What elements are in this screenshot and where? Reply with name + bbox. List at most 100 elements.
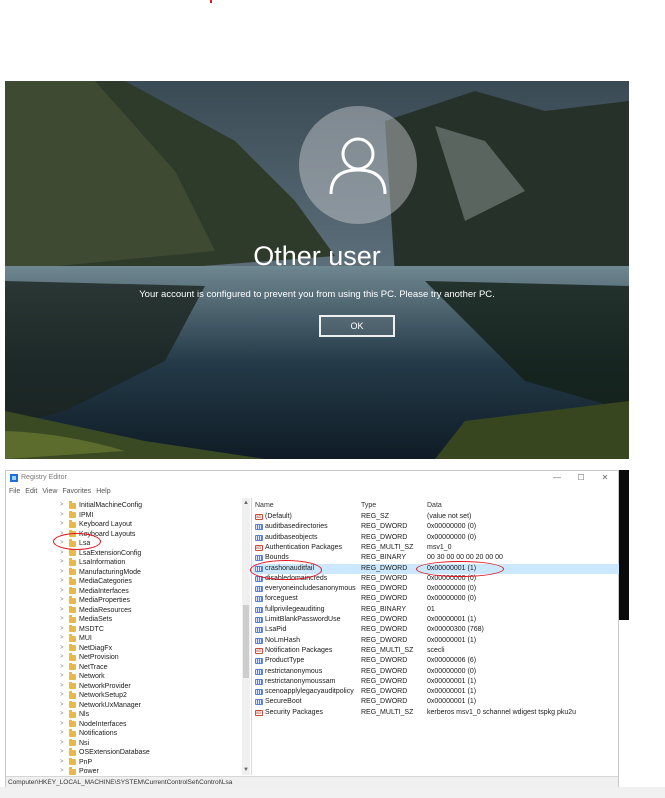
binary-value-icon	[255, 555, 263, 562]
scroll-thumb[interactable]	[243, 605, 249, 678]
minimize-button[interactable]: —	[551, 473, 563, 482]
value-name: Notification Packages	[265, 646, 333, 654]
value-type: REG_DWORD	[361, 698, 408, 706]
tree-item-label: LsaInformation	[79, 559, 126, 566]
scroll-up-icon[interactable]: ▲	[243, 500, 249, 506]
chevron-right-icon[interactable]: >	[60, 511, 64, 521]
chevron-right-icon[interactable]: >	[60, 568, 64, 578]
chevron-right-icon[interactable]: >	[60, 587, 64, 597]
chevron-right-icon[interactable]: >	[60, 748, 64, 758]
value-row[interactable]: disabledomaincreds REG_DWORD 0x00000000 (0…	[253, 574, 619, 584]
value-row[interactable]: restrictanonymoussam REG_DWORD 0x00000001 …	[253, 677, 619, 687]
value-row[interactable]: (Default) REG_SZ (value not set)	[253, 512, 619, 522]
column-header-name[interactable]: Name	[255, 501, 274, 510]
value-row[interactable]: scenoapplylegacyauditpolicy REG_DWORD 0x00…	[253, 687, 619, 697]
tree-item-label: Lsa	[79, 540, 91, 547]
value-name: ProductType	[265, 657, 305, 665]
tree-scrollbar[interactable]: ▲ ▼	[242, 498, 250, 775]
close-button[interactable]: ✕	[599, 473, 611, 482]
chevron-right-icon[interactable]: >	[60, 549, 64, 559]
column-header-data[interactable]: Data	[427, 501, 442, 510]
chevron-right-icon[interactable]: >	[60, 539, 64, 549]
maximize-button[interactable]: ☐	[575, 473, 587, 482]
value-row[interactable]: auditbaseobjects REG_DWORD 0x00000000 (0)	[253, 533, 619, 543]
menu-view[interactable]: View	[42, 486, 57, 498]
value-row[interactable]: NoLmHash REG_DWORD 0x00000001 (1)	[253, 636, 619, 646]
value-name: restrictanonymoussam	[265, 677, 336, 685]
value-row[interactable]: auditbasedirectories REG_DWORD 0x00000000 …	[253, 522, 619, 532]
chevron-right-icon[interactable]: >	[60, 615, 64, 625]
ok-button[interactable]: OK	[319, 315, 395, 337]
value-data: 0x00000001 (1)	[427, 698, 477, 706]
chevron-right-icon[interactable]: >	[60, 758, 64, 768]
menu-file[interactable]: File	[9, 486, 20, 498]
chevron-right-icon[interactable]: >	[60, 558, 64, 568]
menu-edit[interactable]: Edit	[25, 486, 37, 498]
folder-icon	[69, 738, 76, 746]
folder-icon	[69, 681, 76, 689]
value-name: LsaPid	[265, 626, 287, 634]
chevron-right-icon[interactable]: >	[60, 710, 64, 720]
chevron-right-icon[interactable]: >	[60, 691, 64, 701]
chevron-right-icon[interactable]: >	[60, 520, 64, 530]
value-row[interactable]: SecureBoot REG_DWORD 0x00000001 (1)	[253, 697, 619, 707]
binary-value-icon	[255, 678, 263, 685]
tree-item-label: MSDTC	[79, 625, 104, 633]
chevron-right-icon[interactable]: >	[60, 739, 64, 749]
value-row[interactable]: Security Packages REG_MULTI_SZ kerberos ms…	[253, 708, 619, 718]
value-type: REG_DWORD	[361, 574, 408, 582]
value-row[interactable]: restrictanonymous REG_DWORD 0x00000000 (0)	[253, 667, 619, 677]
value-row[interactable]: Authentication Packages REG_MULTI_SZ msv1_…	[253, 543, 619, 553]
values-list: Name Type Data (Default) REG_SZ (value not…	[253, 501, 619, 775]
chevron-right-icon[interactable]: >	[60, 672, 64, 682]
login-message: Your account is configured to prevent yo…	[139, 289, 495, 300]
menu-favorites[interactable]: Favorites	[62, 486, 91, 498]
chevron-right-icon[interactable]: >	[60, 596, 64, 606]
folder-icon	[69, 643, 76, 651]
value-row[interactable]: LimitBlankPasswordUse REG_DWORD 0x00000001…	[253, 615, 619, 625]
value-row[interactable]: forceguest REG_DWORD 0x00000000 (0)	[253, 594, 619, 604]
pane-divider[interactable]	[251, 498, 252, 775]
value-row[interactable]: fullprivilegeauditing REG_BINARY 01	[253, 605, 619, 615]
value-row[interactable]: ProductType REG_DWORD 0x00000006 (6)	[253, 656, 619, 666]
chevron-right-icon[interactable]: >	[60, 682, 64, 692]
chevron-right-icon[interactable]: >	[60, 530, 64, 540]
chevron-right-icon[interactable]: >	[60, 720, 64, 730]
tree-item-label: MediaCategories	[79, 578, 132, 585]
folder-icon	[69, 729, 76, 737]
tree-item-label: Nls	[79, 711, 90, 718]
value-data: 0x00000300 (768)	[427, 626, 484, 634]
chevron-right-icon[interactable]: >	[60, 625, 64, 635]
value-row[interactable]: Bounds REG_BINARY 00 30 00 00 00 20 00 00	[253, 553, 619, 563]
value-type: REG_DWORD	[361, 564, 408, 572]
window-title: Registry Editor	[21, 474, 67, 481]
value-data: kerberos msv1_0 schannel wdigest tspkg p…	[427, 708, 577, 716]
value-row[interactable]: Notification Packages REG_MULTI_SZ scecli	[253, 646, 619, 656]
value-name: auditbasedirectories	[265, 523, 328, 531]
chevron-right-icon[interactable]: >	[60, 767, 64, 775]
value-row[interactable]: crashonauditfail REG_DWORD 0x00000001 (1)	[253, 563, 619, 574]
scroll-down-icon[interactable]: ▼	[243, 767, 249, 773]
chevron-right-icon[interactable]: >	[60, 577, 64, 587]
chevron-right-icon[interactable]: >	[60, 501, 64, 511]
column-header-type[interactable]: Type	[361, 501, 376, 510]
folder-icon	[69, 586, 76, 594]
folder-icon	[69, 662, 76, 670]
chevron-right-icon[interactable]: >	[60, 729, 64, 739]
value-row[interactable]: LsaPid REG_DWORD 0x00000300 (768)	[253, 625, 619, 635]
value-row[interactable]: everyoneincludesanonymous REG_DWORD 0x0000…	[253, 584, 619, 594]
chevron-right-icon[interactable]: >	[60, 634, 64, 644]
value-type: REG_DWORD	[361, 533, 408, 541]
value-name: (Default)	[265, 513, 292, 520]
chevron-right-icon[interactable]: >	[60, 701, 64, 711]
chevron-right-icon[interactable]: >	[60, 653, 64, 663]
value-type: REG_DWORD	[361, 616, 408, 623]
menu-help[interactable]: Help	[96, 486, 110, 498]
binary-value-icon	[255, 689, 263, 696]
value-name: LimitBlankPasswordUse	[265, 616, 341, 623]
value-data: msv1_0	[427, 543, 452, 551]
chevron-right-icon[interactable]: >	[60, 663, 64, 673]
chevron-right-icon[interactable]: >	[60, 606, 64, 616]
tree-item-label: NetworkUxManager	[79, 701, 141, 709]
chevron-right-icon[interactable]: >	[60, 644, 64, 654]
